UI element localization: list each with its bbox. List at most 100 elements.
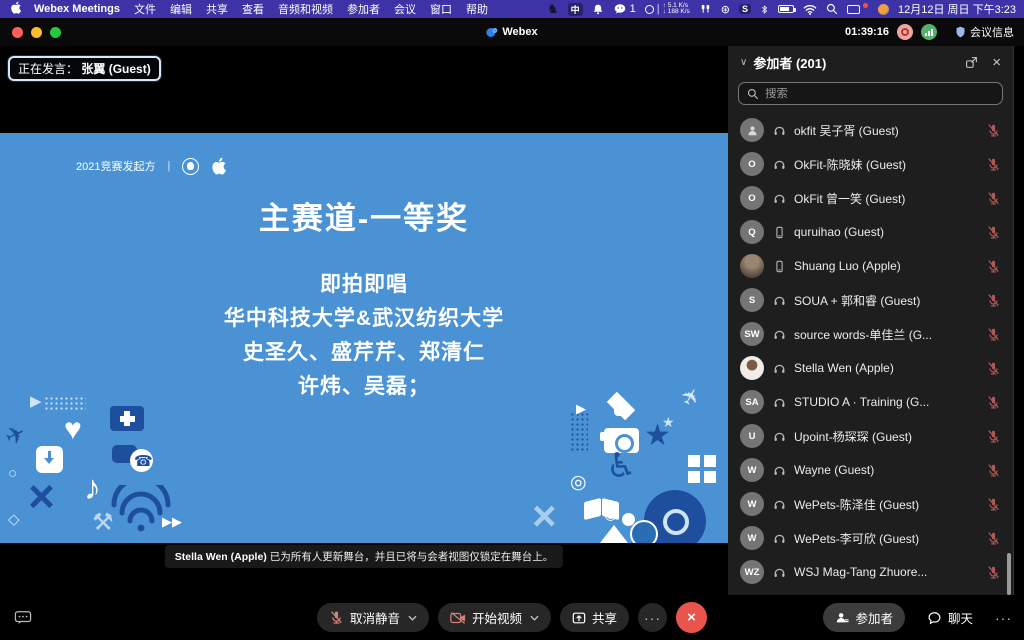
menu-item-0[interactable]: 文件 — [134, 4, 156, 16]
start-video-button[interactable]: 开始视频 — [438, 603, 551, 632]
recording-indicator-icon[interactable] — [897, 24, 913, 40]
participants-toggle-button[interactable]: 参加者 — [823, 603, 905, 632]
bluetooth-icon[interactable] — [760, 3, 769, 16]
menu-item-3[interactable]: 查看 — [242, 4, 264, 16]
traffic-lights — [12, 27, 61, 38]
leave-meeting-button[interactable]: × — [676, 602, 707, 633]
participant-row[interactable]: OOkFit-陈晓妹 (Guest) — [728, 147, 1013, 181]
slide-credit-divider: | — [167, 160, 170, 172]
fan-icon[interactable]: ⊛ — [721, 3, 730, 16]
cross-icon: × — [28, 473, 55, 519]
participant-muted-mic-icon[interactable] — [985, 259, 1001, 274]
heart-icon: ♥ — [64, 415, 82, 445]
menu-item-6[interactable]: 会议 — [394, 4, 416, 16]
minimize-window-button[interactable] — [31, 27, 42, 38]
participant-muted-mic-icon[interactable] — [985, 293, 1001, 308]
collapse-chevron-icon[interactable]: ∨ — [740, 57, 747, 68]
menu-item-7[interactable]: 窗口 — [430, 4, 452, 16]
headset-icon — [772, 498, 786, 511]
participant-muted-mic-icon[interactable] — [985, 395, 1001, 410]
wifi-icon[interactable] — [803, 4, 817, 15]
participant-muted-mic-icon[interactable] — [985, 463, 1001, 478]
overflow-menu-button[interactable]: ··· — [995, 610, 1012, 626]
apple-menu-icon[interactable] — [8, 1, 24, 17]
menu-item-8[interactable]: 帮助 — [466, 4, 488, 16]
participant-muted-mic-icon[interactable] — [985, 531, 1001, 546]
participant-search-box[interactable] — [738, 82, 1003, 105]
participant-muted-mic-icon[interactable] — [985, 361, 1001, 376]
menu-clock[interactable]: 12月12日 周日 下午3:23 — [898, 1, 1016, 17]
close-window-button[interactable] — [12, 27, 23, 38]
popout-panel-icon[interactable] — [965, 56, 978, 69]
participant-muted-mic-icon[interactable] — [985, 565, 1001, 580]
participant-row[interactable]: SWsource words-单佳兰 (G... — [728, 317, 1013, 351]
window-title-text: Webex — [502, 26, 537, 38]
wechat-icon[interactable] — [613, 3, 627, 16]
battery-icon[interactable] — [778, 5, 794, 13]
wifi-decor-icon — [108, 485, 174, 533]
spotlight-search-icon[interactable] — [826, 3, 838, 15]
participant-muted-mic-icon[interactable] — [985, 123, 1001, 138]
menu-item-5[interactable]: 参加者 — [347, 4, 380, 16]
participant-row[interactable]: Qquruihao (Guest) — [728, 215, 1013, 249]
more-options-button[interactable]: ··· — [638, 603, 667, 632]
participant-row[interactable]: okfit 吴子胥 (Guest) — [728, 113, 1013, 147]
search-icon — [747, 88, 759, 100]
participant-row[interactable]: WWayne (Guest) — [728, 453, 1013, 487]
participant-name: WePets-陈泽佳 (Guest) — [794, 496, 977, 513]
closed-captions-icon[interactable] — [14, 610, 32, 626]
apple-logo-icon — [211, 157, 227, 175]
start-video-label: 开始视频 — [472, 608, 522, 627]
participant-row[interactable]: Shuang Luo (Apple) — [728, 249, 1013, 283]
participant-row[interactable]: WZWSJ Mag-Tang Zhuore... — [728, 555, 1013, 589]
participant-row[interactable]: WWePets-李可欣 (Guest) — [728, 521, 1013, 555]
participant-row[interactable]: SSOUA + 郭和睿 (Guest) — [728, 283, 1013, 317]
participant-row[interactable]: OOkFit 曾一笑 (Guest) — [728, 181, 1013, 215]
participant-name: OkFit 曾一笑 (Guest) — [794, 190, 977, 207]
meeting-stage: 2021竞赛发起方 | 主赛道-一等奖 即拍即唱华中科技大学&武汉纺织大学史圣久… — [0, 46, 728, 595]
avatar: SW — [740, 322, 764, 346]
bell-icon[interactable] — [592, 3, 604, 16]
connection-quality-icon[interactable] — [921, 24, 937, 40]
unmute-button[interactable]: 取消静音 — [317, 603, 429, 632]
participant-row[interactable]: UUpoint-杨琛琛 (Guest) — [728, 419, 1013, 453]
participant-muted-mic-icon[interactable] — [985, 225, 1001, 240]
cross-light-icon: × — [532, 495, 557, 537]
s-app-icon[interactable]: S — [739, 4, 751, 14]
airpods-icon[interactable] — [699, 3, 712, 15]
panel-scrollbar[interactable] — [1007, 553, 1011, 595]
zoom-window-button[interactable] — [50, 27, 61, 38]
menu-item-4[interactable]: 音频和视频 — [278, 4, 333, 16]
diamond-icon: ◇ — [8, 512, 20, 527]
download-icon — [36, 446, 63, 473]
participant-muted-mic-icon[interactable] — [985, 157, 1001, 172]
leave-x-icon: × — [687, 609, 696, 626]
net-monitor-icon[interactable]: | ↑ 5.1 K/s ↓ 188 K/s — [645, 3, 690, 16]
participant-muted-mic-icon[interactable] — [985, 327, 1001, 342]
menu-item-2[interactable]: 共享 — [206, 4, 228, 16]
display-icon[interactable] — [847, 5, 860, 14]
pet-app-icon[interactable]: ♞ — [547, 1, 559, 17]
chat-toggle-button[interactable]: 聊天 — [915, 603, 985, 632]
menu-item-1[interactable]: 编辑 — [170, 4, 192, 16]
share-button[interactable]: 共享 — [560, 603, 629, 632]
unmute-chevron-icon — [408, 615, 417, 621]
participant-name: Stella Wen (Apple) — [794, 361, 977, 375]
participant-muted-mic-icon[interactable] — [985, 497, 1001, 512]
participant-row[interactable]: SASTUDIO A · Training (G... — [728, 385, 1013, 419]
paper-plane-icon: ✈ — [2, 421, 30, 451]
headset-icon — [772, 192, 786, 205]
meeting-info-button[interactable]: 会议信息 — [955, 24, 1014, 40]
participant-row[interactable]: WWePets-陈泽佳 (Guest) — [728, 487, 1013, 521]
input-method-icon[interactable]: 中 — [568, 3, 583, 16]
graduation-cap-icon — [600, 391, 644, 421]
participant-search-input[interactable] — [765, 88, 994, 100]
circle-outline-icon: ○ — [8, 466, 17, 481]
close-panel-icon[interactable]: × — [992, 54, 1001, 71]
planet-icon[interactable] — [878, 4, 889, 15]
participant-row[interactable]: Stella Wen (Apple) — [728, 351, 1013, 385]
menu-app-name[interactable]: Webex Meetings — [34, 3, 120, 15]
participant-muted-mic-icon[interactable] — [985, 429, 1001, 444]
participants-panel: ∨ 参加者 (201) × okfit 吴子胥 (Guest)OOkFit-陈晓… — [728, 46, 1014, 595]
participant-muted-mic-icon[interactable] — [985, 191, 1001, 206]
